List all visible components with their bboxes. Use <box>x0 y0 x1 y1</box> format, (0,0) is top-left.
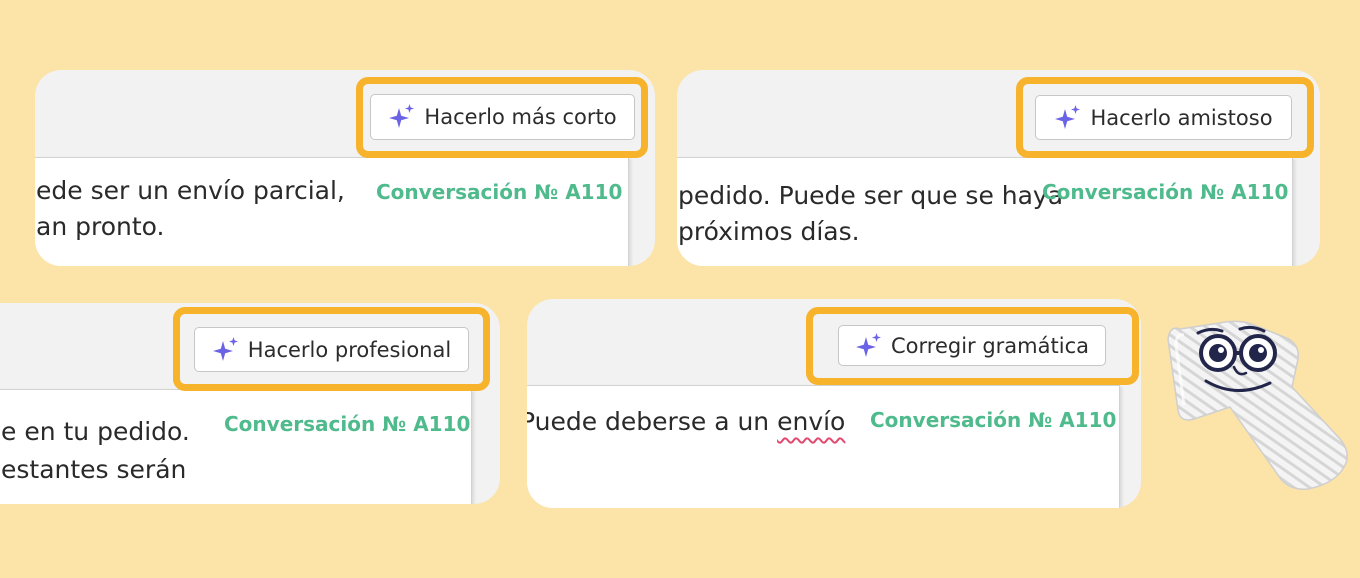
editor-text-line: e en tu pedido. <box>1 417 190 446</box>
reply-editor[interactable]: ede ser un envío parcial, an pronto. Con… <box>35 157 629 266</box>
make-professional-button[interactable]: Hacerlo profesional <box>194 327 469 372</box>
suggestion-card-professional: e en tu pedido. estantes serán Conversac… <box>0 303 500 504</box>
reply-editor[interactable]: pedido. Puede ser que se haya próximos d… <box>677 157 1293 266</box>
editor-text-line: Puede deberse a un envío <box>527 404 845 440</box>
make-friendly-button[interactable]: Hacerlo amistoso <box>1035 95 1292 140</box>
button-label: Hacerlo amistoso <box>1090 105 1273 130</box>
correct-grammar-button[interactable]: Corregir gramática <box>838 325 1106 366</box>
suggestion-card-shorter: ede ser un envío parcial, an pronto. Con… <box>35 70 655 266</box>
sparkle-icon <box>856 332 881 357</box>
make-shorter-button[interactable]: Hacerlo más corto <box>370 94 635 140</box>
reply-editor[interactable]: Puede deberse a un envío Conversación № … <box>527 385 1120 508</box>
conversation-label: Conversación № A110 <box>1042 180 1289 204</box>
editor-text-line: ede ser un envío parcial, <box>36 176 345 205</box>
conversation-label: Conversación № A110 <box>376 180 623 204</box>
editor-text-line: pedido. Puede ser que se haya <box>678 181 1064 210</box>
misspelled-word[interactable]: envío <box>777 407 845 436</box>
editor-text-line: an pronto. <box>36 212 165 241</box>
conversation-label: Conversación № A110 <box>224 412 471 436</box>
reply-editor[interactable]: e en tu pedido. estantes serán Conversac… <box>0 389 472 504</box>
glasses-cursor-mascot-icon <box>1167 320 1348 490</box>
editor-text-line: estantes serán <box>1 455 187 484</box>
editor-text-line: próximos días. <box>678 217 860 246</box>
sparkle-icon <box>212 336 238 361</box>
button-label: Hacerlo profesional <box>247 337 452 362</box>
button-label: Hacerlo más corto <box>424 105 617 129</box>
conversation-label: Conversación № A110 <box>870 408 1117 432</box>
suggestion-card-friendly: pedido. Puede ser que se haya próximos d… <box>677 70 1320 266</box>
button-label: Corregir gramática <box>891 333 1089 358</box>
sparkle-icon <box>389 104 415 128</box>
suggestion-card-grammar: Puede deberse a un envío Conversación № … <box>527 299 1141 508</box>
editor-text: Puede deberse a un <box>527 407 778 436</box>
sparkle-icon <box>1055 104 1081 129</box>
